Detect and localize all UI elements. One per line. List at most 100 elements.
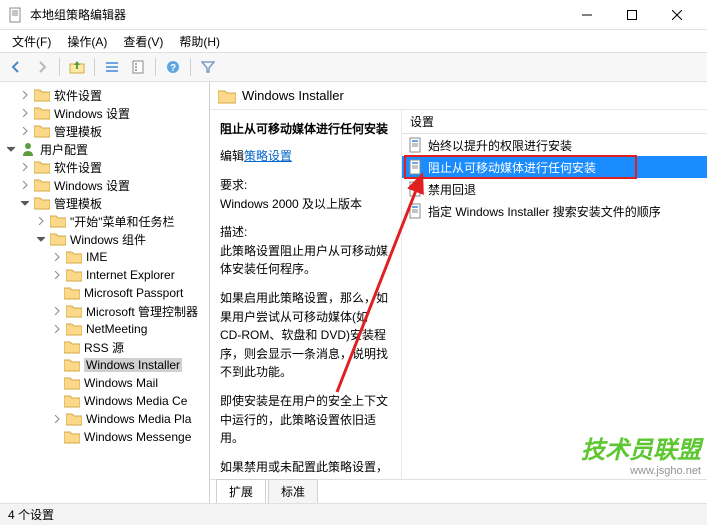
tree-node-user-windows-settings[interactable]: Windows 设置 xyxy=(0,176,209,194)
tree-node-windows-installer[interactable]: Windows Installer xyxy=(0,356,209,374)
tree-node-mmc[interactable]: Microsoft 管理控制器 xyxy=(0,302,209,320)
tree-node-wmp[interactable]: Windows Media Pla xyxy=(0,410,209,428)
tree-pane[interactable]: 软件设置 Windows 设置 管理模板 用户配置 软件设置 Windows 设… xyxy=(0,82,210,503)
detail-body: 阻止从可移动媒体进行任何安装 编辑策略设置 要求: Windows 2000 及… xyxy=(210,110,707,479)
menubar: 文件(F) 操作(A) 查看(V) 帮助(H) xyxy=(0,30,707,52)
chevron-right-icon[interactable] xyxy=(34,214,48,228)
list-view-button[interactable] xyxy=(100,55,124,79)
tree-node-windows-components[interactable]: Windows 组件 xyxy=(0,230,209,248)
policy-item-selected[interactable]: 阻止从可移动媒体进行任何安装 xyxy=(402,156,707,178)
chevron-right-icon[interactable] xyxy=(50,250,64,264)
edit-label: 编辑 xyxy=(220,149,244,163)
policy-item[interactable]: 始终以提升的权限进行安装 xyxy=(402,134,707,156)
menu-view[interactable]: 查看(V) xyxy=(115,31,171,52)
folder-icon xyxy=(64,376,80,390)
tree-node-rss[interactable]: RSS 源 xyxy=(0,338,209,356)
chevron-down-icon[interactable] xyxy=(34,232,48,246)
policy-title: 阻止从可移动媒体进行任何安装 xyxy=(220,120,391,137)
folder-icon xyxy=(34,160,50,174)
menu-file[interactable]: 文件(F) xyxy=(4,31,59,52)
tabs-bar: 扩展 标准 xyxy=(210,479,707,503)
folder-icon xyxy=(66,412,82,426)
tree-node-user-admin-templates[interactable]: 管理模板 xyxy=(0,194,209,212)
detail-header: Windows Installer xyxy=(210,82,707,110)
folder-icon xyxy=(64,358,80,372)
policy-icon xyxy=(408,137,424,153)
menu-help[interactable]: 帮助(H) xyxy=(171,31,228,52)
folder-icon xyxy=(34,196,50,210)
tab-standard[interactable]: 标准 xyxy=(268,479,318,503)
chevron-right-icon[interactable] xyxy=(18,88,32,102)
filter-button[interactable] xyxy=(196,55,220,79)
tree-node-ie[interactable]: Internet Explorer xyxy=(0,266,209,284)
folder-icon xyxy=(64,340,80,354)
up-level-button[interactable] xyxy=(65,55,89,79)
separator xyxy=(190,58,191,76)
detail-description-pane: 阻止从可移动媒体进行任何安装 编辑策略设置 要求: Windows 2000 及… xyxy=(210,110,402,479)
column-header-settings[interactable]: 设置 xyxy=(402,110,707,134)
policy-item[interactable]: 禁用回退 xyxy=(402,178,707,200)
policy-icon xyxy=(408,159,424,175)
titlebar: 本地组策略编辑器 xyxy=(0,0,707,30)
folder-icon xyxy=(64,430,80,444)
policy-list[interactable]: 始终以提升的权限进行安装 阻止从可移动媒体进行任何安装 禁用回退 指定 Wind… xyxy=(402,134,707,479)
folder-icon xyxy=(50,214,66,228)
tree-node-passport[interactable]: Microsoft Passport xyxy=(0,284,209,302)
help-button[interactable]: ? xyxy=(161,55,185,79)
chevron-right-icon[interactable] xyxy=(50,322,64,336)
detail-pane: Windows Installer 阻止从可移动媒体进行任何安装 编辑策略设置 … xyxy=(210,82,707,503)
properties-button[interactable] xyxy=(126,55,150,79)
folder-icon xyxy=(34,178,50,192)
tree-node-windows-mail[interactable]: Windows Mail xyxy=(0,374,209,392)
chevron-right-icon[interactable] xyxy=(50,412,64,426)
back-button[interactable] xyxy=(4,55,28,79)
chevron-right-icon[interactable] xyxy=(18,106,32,120)
folder-icon xyxy=(34,124,50,138)
chevron-right-icon[interactable] xyxy=(18,124,32,138)
tree-node-start-menu[interactable]: "开始"菜单和任务栏 xyxy=(0,212,209,230)
tree-node-windows-settings[interactable]: Windows 设置 xyxy=(0,104,209,122)
toolbar: ? xyxy=(0,52,707,82)
menu-action[interactable]: 操作(A) xyxy=(59,31,115,52)
tree-node-ime[interactable]: IME xyxy=(0,248,209,266)
policy-item[interactable]: 指定 Windows Installer 搜索安装文件的顺序 xyxy=(402,200,707,222)
forward-button[interactable] xyxy=(30,55,54,79)
maximize-button[interactable] xyxy=(609,0,654,30)
chevron-right-icon[interactable] xyxy=(50,304,64,318)
app-icon xyxy=(8,7,24,23)
description-p2: 如果启用此策略设置，那么，如果用户尝试从可移动媒体(如 CD-ROM、软盘和 D… xyxy=(220,289,391,382)
chevron-down-icon[interactable] xyxy=(18,196,32,210)
chevron-right-icon[interactable] xyxy=(50,268,64,282)
window-title: 本地组策略编辑器 xyxy=(30,6,564,23)
breadcrumb: Windows Installer xyxy=(242,88,344,103)
folder-icon xyxy=(66,304,82,318)
tree-node-admin-templates[interactable]: 管理模板 xyxy=(0,122,209,140)
chevron-down-icon[interactable] xyxy=(4,142,18,156)
main-area: 软件设置 Windows 设置 管理模板 用户配置 软件设置 Windows 设… xyxy=(0,82,707,503)
user-icon xyxy=(20,141,36,157)
statusbar: 4 个设置 xyxy=(0,503,707,525)
status-text: 4 个设置 xyxy=(8,506,54,523)
chevron-right-icon[interactable] xyxy=(18,178,32,192)
edit-policy-link[interactable]: 策略设置 xyxy=(244,149,292,163)
settings-list-pane: 设置 始终以提升的权限进行安装 阻止从可移动媒体进行任何安装 禁用回退 xyxy=(402,110,707,479)
tree-node-netmeeting[interactable]: NetMeeting xyxy=(0,320,209,338)
folder-icon xyxy=(66,322,82,336)
requirements-text: Windows 2000 及以上版本 xyxy=(220,195,391,214)
policy-icon xyxy=(408,181,424,197)
separator xyxy=(59,58,60,76)
window-controls xyxy=(564,0,699,30)
tree-node-messenger[interactable]: Windows Messenge xyxy=(0,428,209,446)
requirements-label: 要求: xyxy=(220,176,391,195)
tree-node-user-software[interactable]: 软件设置 xyxy=(0,158,209,176)
folder-icon xyxy=(50,232,66,246)
tree-node-software-settings[interactable]: 软件设置 xyxy=(0,86,209,104)
tree-node-user-config[interactable]: 用户配置 xyxy=(0,140,209,158)
chevron-right-icon[interactable] xyxy=(18,160,32,174)
minimize-button[interactable] xyxy=(564,0,609,30)
tab-extended[interactable]: 扩展 xyxy=(216,479,266,503)
close-button[interactable] xyxy=(654,0,699,30)
description-p1: 此策略设置阻止用户从可移动媒体安装任何程序。 xyxy=(220,242,391,279)
tree-node-wmc[interactable]: Windows Media Ce xyxy=(0,392,209,410)
description-label: 描述: xyxy=(220,223,391,242)
